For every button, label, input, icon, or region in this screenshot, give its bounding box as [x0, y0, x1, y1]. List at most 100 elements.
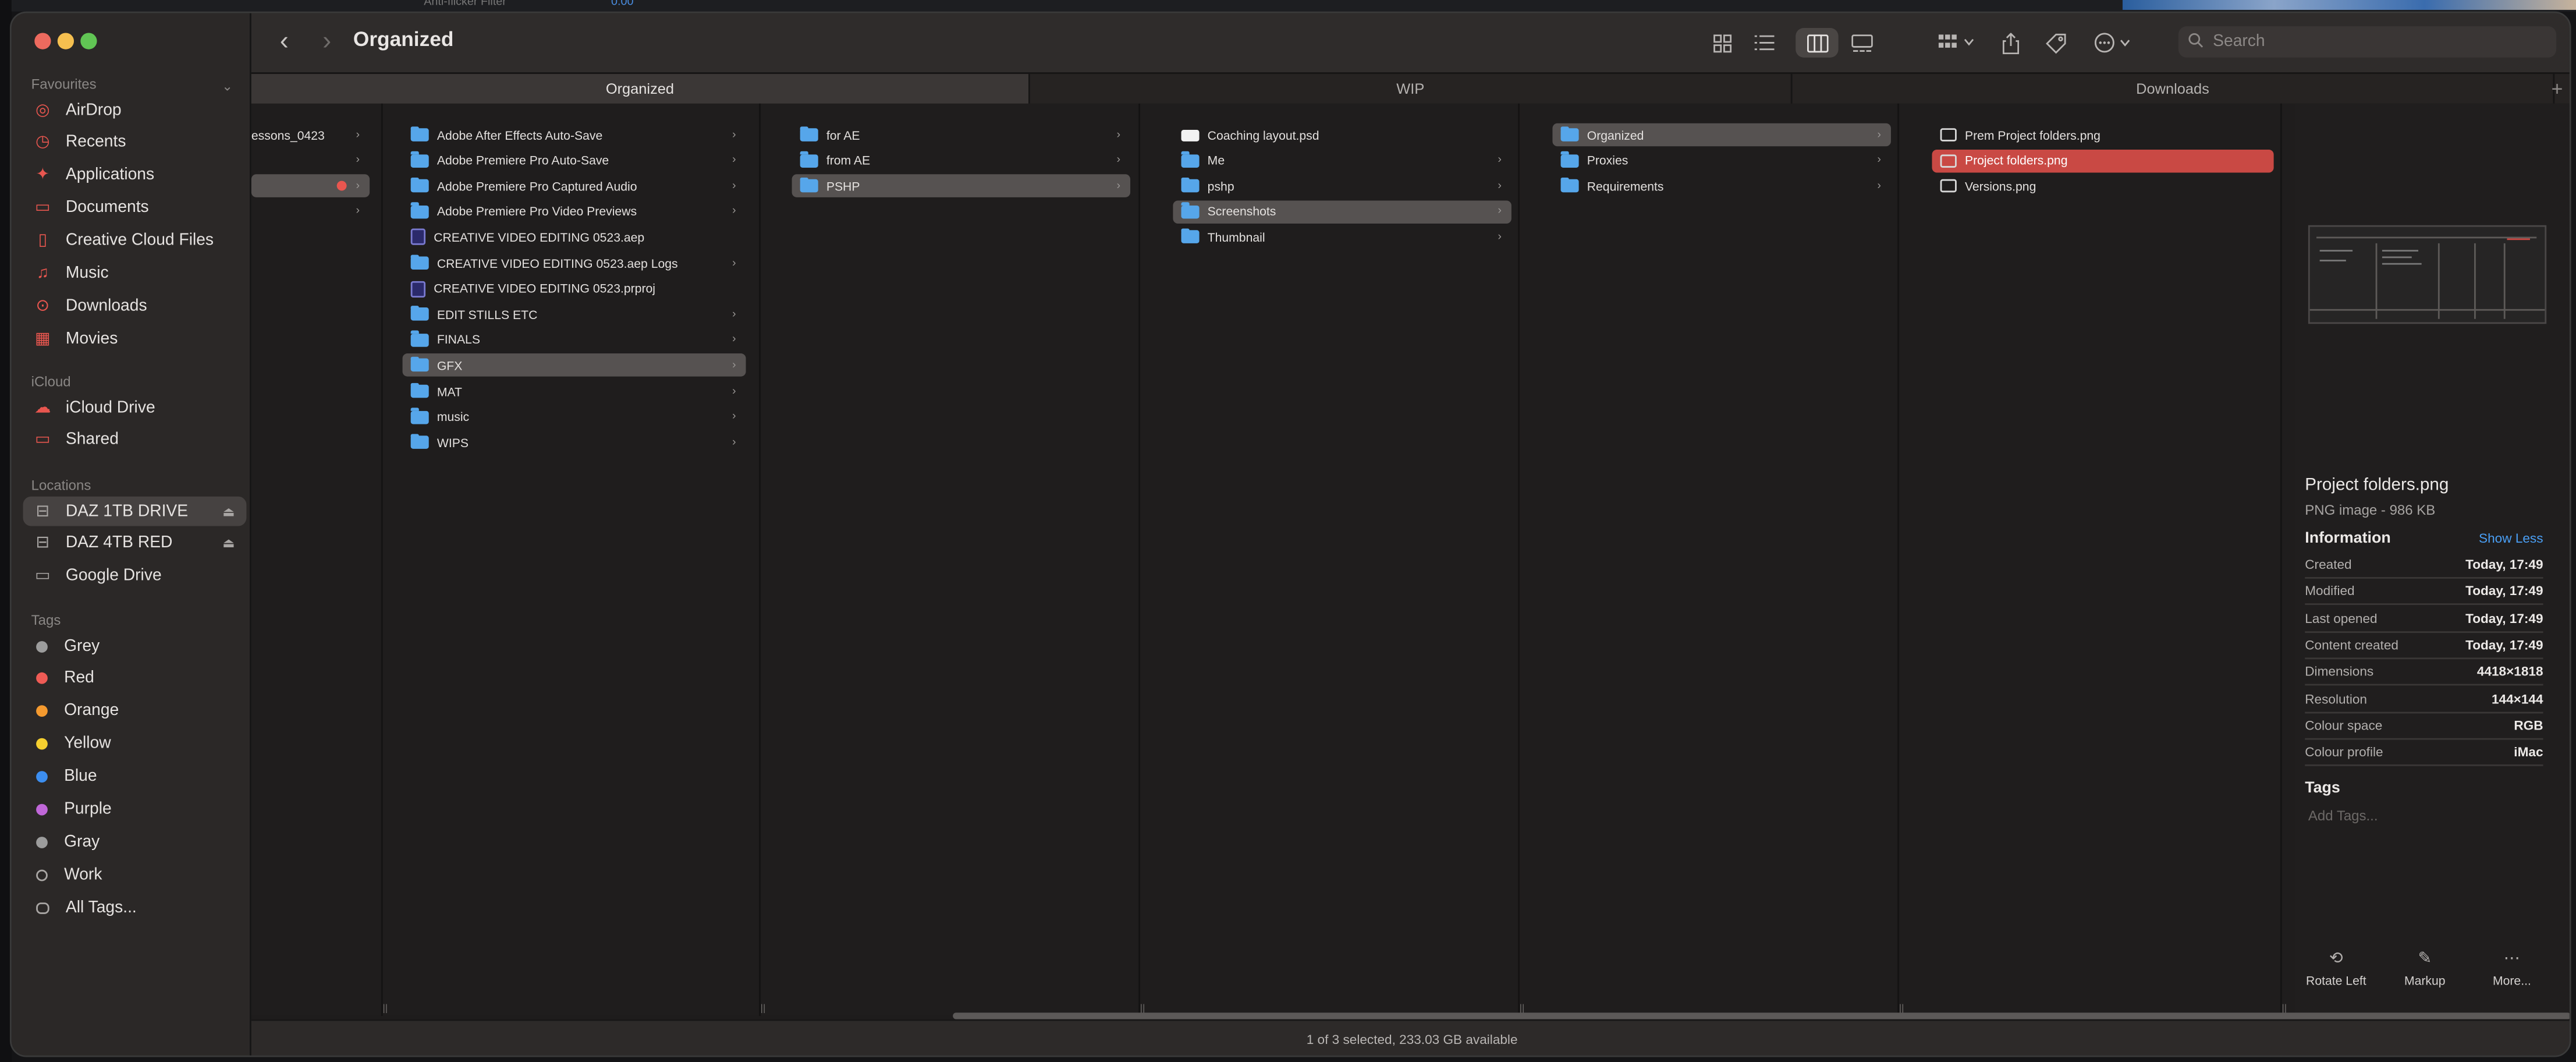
- folder-row[interactable]: EDIT STILLS ETC ›: [403, 303, 746, 326]
- folder-row[interactable]: music ›: [403, 405, 746, 429]
- sidebar-tag-blue[interactable]: Blue: [23, 762, 247, 792]
- list-item[interactable]: ›: [251, 174, 370, 198]
- tag-icon[interactable]: [2042, 28, 2068, 58]
- file-row[interactable]: Coaching layout.psd: [1173, 123, 1511, 147]
- folder-row[interactable]: Organized ›: [1552, 123, 1891, 147]
- folder-icon: [410, 203, 429, 218]
- minimize-button[interactable]: [57, 33, 74, 49]
- sidebar-tag-orange[interactable]: Orange: [23, 697, 247, 727]
- folder-row[interactable]: pshp ›: [1173, 175, 1511, 198]
- sidebar-tag-gray[interactable]: Gray: [23, 827, 247, 857]
- folder-icon: [1181, 177, 1200, 193]
- gallery-view-icon[interactable]: [1845, 28, 1878, 58]
- folder-icon: [410, 305, 429, 321]
- sidebar-tag-purple[interactable]: Purple: [23, 795, 247, 824]
- file-row[interactable]: CREATIVE VIDEO EDITING 0523.prproj: [403, 277, 746, 300]
- icon-view-icon[interactable]: [1707, 28, 1737, 58]
- folder-row[interactable]: Adobe Premiere Pro Auto-Save ›: [403, 149, 746, 172]
- sidebar-tag-grey[interactable]: Grey: [23, 631, 247, 661]
- eject-icon[interactable]: ⏏: [222, 537, 235, 551]
- folder-row[interactable]: CREATIVE VIDEO EDITING 0523.aep Logs ›: [403, 252, 746, 275]
- show-less-link[interactable]: Show Less: [2479, 531, 2543, 546]
- file-row[interactable]: Versions.png: [1932, 175, 2273, 198]
- action-menu-icon[interactable]: [2091, 28, 2137, 58]
- folder-row[interactable]: PSHP ›: [792, 174, 1131, 198]
- sidebar-item-daz-1tb-drive[interactable]: ⊟ DAZ 1TB DRIVE ⏏: [23, 496, 247, 526]
- list-item[interactable]: essons_0423 ›: [251, 123, 370, 147]
- column-resize-handle[interactable]: ||: [382, 1004, 388, 1014]
- tag-color-dot: [36, 706, 48, 717]
- sidebar-item-creative-cloud-files[interactable]: ▯ Creative Cloud Files: [23, 226, 247, 256]
- sidebar-tag-yellow[interactable]: Yellow: [23, 730, 247, 759]
- list-view-icon[interactable]: [1750, 28, 1779, 58]
- column-resize-handle[interactable]: ||: [761, 1004, 766, 1014]
- share-icon[interactable]: [1997, 28, 2024, 58]
- horizontal-scrollbar[interactable]: [953, 1013, 2570, 1019]
- tab-downloads[interactable]: Downloads: [1793, 74, 2555, 104]
- sidebar-item-applications[interactable]: ✦ Applications: [23, 161, 247, 190]
- column-3: for AE › from AE › PSHP › ||: [773, 103, 1145, 1016]
- group-by-icon[interactable]: [1933, 28, 1979, 58]
- info-key: Content created: [2305, 638, 2398, 653]
- folder-row[interactable]: Proxies ›: [1552, 149, 1890, 172]
- sidebar-item-documents[interactable]: ▭ Documents: [23, 193, 247, 223]
- list-item[interactable]: ›: [251, 149, 370, 172]
- folder-row[interactable]: Adobe After Effects Auto-Save ›: [403, 123, 746, 147]
- eject-icon[interactable]: ⏏: [222, 504, 235, 518]
- sidebar-item-downloads[interactable]: ⊙ Downloads: [23, 292, 247, 321]
- item-label: pshp: [1207, 178, 1234, 194]
- folder-row[interactable]: MAT ›: [403, 380, 746, 403]
- chevron-down-icon[interactable]: ⌄: [222, 79, 233, 94]
- folder-row[interactable]: Adobe Premiere Pro Captured Audio ›: [403, 175, 746, 198]
- background-thumbnail: [2122, 0, 2576, 10]
- list-item[interactable]: ›: [251, 200, 370, 224]
- folder-row[interactable]: from AE ›: [792, 149, 1130, 172]
- sidebar-item-daz-4tb-red[interactable]: ⊟ DAZ 4TB RED ⏏: [23, 529, 247, 559]
- file-row[interactable]: Project folders.png: [1932, 148, 2274, 172]
- chevron-right-icon: ›: [732, 257, 736, 269]
- sidebar-item-movies[interactable]: ▦ Movies: [23, 324, 247, 354]
- folder-row[interactable]: WIPS ›: [403, 431, 746, 454]
- sidebar-item-airdrop[interactable]: ◎ AirDrop: [23, 95, 247, 125]
- locations-heading: Locations: [31, 476, 91, 494]
- add-tags-field[interactable]: Add Tags...: [2308, 807, 2378, 823]
- sidebar-item-music[interactable]: ♫ Music: [23, 259, 247, 289]
- column-6: Prem Project folders.png Project folders.…: [1913, 103, 2287, 1016]
- markup-button[interactable]: ✎ Markup: [2384, 950, 2466, 988]
- info-key: Colour profile: [2305, 745, 2383, 760]
- fullscreen-button[interactable]: [80, 33, 97, 49]
- tag-label: All Tags...: [65, 898, 137, 917]
- folder-row[interactable]: FINALS ›: [403, 328, 746, 352]
- folder-row[interactable]: GFX ›: [402, 354, 746, 377]
- tab-wip[interactable]: WIP: [1030, 74, 1793, 104]
- new-tab-icon[interactable]: +: [2552, 77, 2563, 101]
- sidebar-item-icloud-drive[interactable]: ☁ iCloud Drive: [23, 393, 247, 423]
- sidebar-tag-all-tags[interactable]: All Tags...: [23, 893, 247, 923]
- file-row[interactable]: CREATIVE VIDEO EDITING 0523.aep: [403, 226, 746, 249]
- more-button[interactable]: ⋯ More...: [2471, 950, 2553, 988]
- sidebar-item-shared[interactable]: ▭ Shared: [23, 426, 247, 455]
- folder-row[interactable]: Me ›: [1173, 149, 1511, 172]
- tags-heading: Tags: [31, 611, 61, 628]
- file-row[interactable]: Prem Project folders.png: [1932, 123, 2273, 147]
- sidebar-item-label: Applications: [65, 167, 155, 185]
- item-label: CREATIVE VIDEO EDITING 0523.aep: [434, 229, 645, 245]
- tab-organized[interactable]: Organized: [251, 74, 1030, 104]
- sidebar-tag-work[interactable]: Work: [23, 861, 247, 890]
- folder-row[interactable]: Adobe Premiere Pro Video Previews ›: [403, 200, 746, 224]
- folder-icon: [410, 382, 429, 398]
- search-field[interactable]: Search: [2178, 26, 2557, 58]
- back-icon[interactable]: ‹: [271, 28, 297, 58]
- forward-icon[interactable]: ›: [314, 28, 340, 58]
- screen: Anti-flicker Filter 0.00 Favourites ⌄ ◎ A…: [0, 0, 2576, 1062]
- folder-row[interactable]: for AE ›: [792, 123, 1130, 147]
- rotate-left-button[interactable]: ⟲ Rotate Left: [2295, 950, 2377, 988]
- sidebar-item-recents[interactable]: ◷ Recents: [23, 128, 247, 158]
- column-view-icon[interactable]: [1796, 27, 1839, 58]
- sidebar-item-google-drive[interactable]: ▭ Google Drive: [23, 562, 247, 592]
- sidebar-tag-red[interactable]: Red: [23, 664, 247, 693]
- folder-row[interactable]: Screenshots ›: [1173, 200, 1511, 224]
- folder-row[interactable]: Thumbnail ›: [1173, 226, 1511, 249]
- folder-row[interactable]: Requirements ›: [1552, 175, 1890, 198]
- close-button[interactable]: [34, 33, 51, 49]
